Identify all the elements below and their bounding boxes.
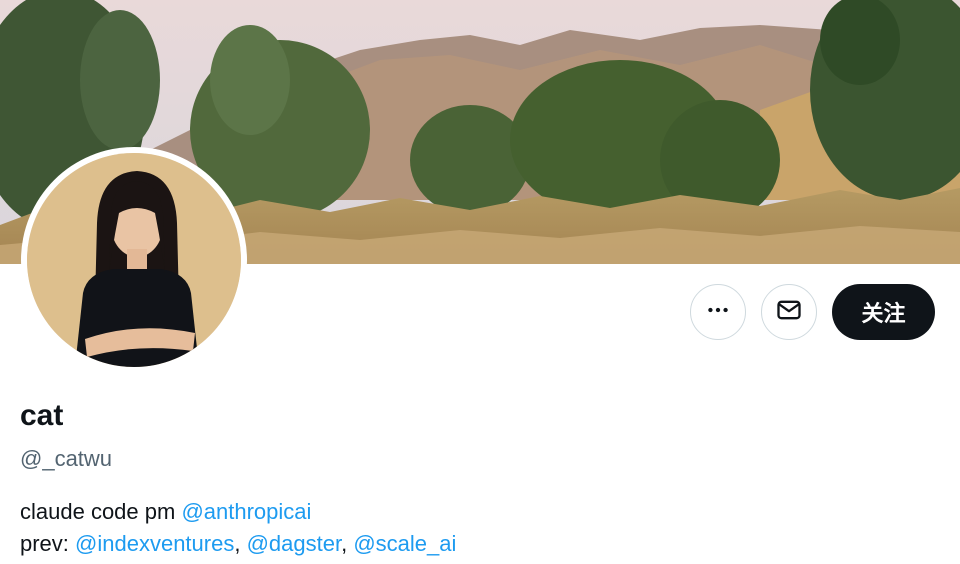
mention-link-anthropicai[interactable]: @anthropicai: [181, 499, 311, 524]
follow-button[interactable]: 关注: [832, 284, 935, 340]
envelope-icon: [775, 296, 803, 329]
user-handle: @_catwu: [20, 446, 113, 471]
more-horizontal-icon: [705, 297, 731, 328]
follow-label: 关注: [861, 302, 906, 327]
message-button[interactable]: [761, 284, 817, 340]
mention-link-indexventures[interactable]: @indexventures: [75, 531, 234, 556]
avatar-photo: [27, 153, 241, 367]
more-options-button[interactable]: [690, 284, 746, 340]
bio-text: claude code pm: [20, 499, 182, 524]
bio-separator: ,: [234, 531, 247, 556]
profile-avatar[interactable]: [21, 147, 247, 373]
bio-prev-label: prev:: [20, 531, 76, 556]
bio-line-1: claude code pm @anthropicai: [20, 496, 456, 528]
bio-line-2: prev: @indexventures, @dagster, @scale_a…: [20, 528, 456, 560]
mention-link-dagster[interactable]: @dagster: [247, 531, 342, 556]
profile-bio: claude code pm @anthropicai prev: @index…: [20, 496, 456, 560]
bio-separator: ,: [341, 531, 354, 556]
mention-link-scale-ai[interactable]: @scale_ai: [353, 531, 456, 556]
display-name: cat: [20, 399, 64, 432]
